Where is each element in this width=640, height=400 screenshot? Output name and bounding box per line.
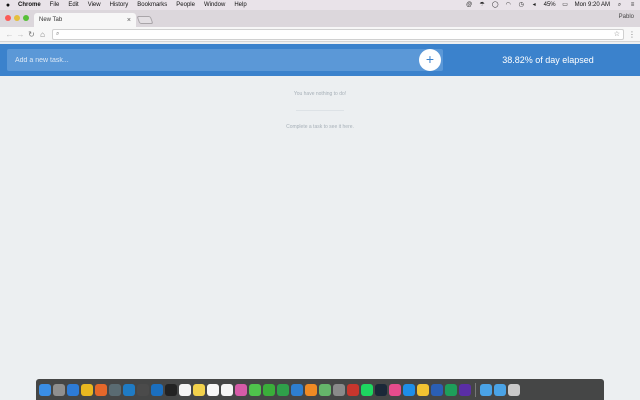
battery-percent[interactable]: 45% xyxy=(544,2,556,8)
circle-status-icon[interactable]: ◯ xyxy=(492,2,499,8)
atom-icon[interactable] xyxy=(109,383,121,396)
new-tab-button[interactable] xyxy=(136,16,154,24)
itunes-icon[interactable] xyxy=(389,383,401,396)
task-input-container xyxy=(7,49,443,72)
safari-icon[interactable] xyxy=(67,383,79,396)
folder-icon[interactable] xyxy=(480,383,492,396)
reminders-icon[interactable] xyxy=(207,383,219,396)
siri-icon[interactable] xyxy=(459,383,471,396)
notes-icon[interactable] xyxy=(193,383,205,396)
sublime-icon[interactable] xyxy=(137,383,149,396)
filezilla-icon[interactable] xyxy=(347,383,359,396)
window-zoom-icon[interactable] xyxy=(23,15,29,21)
add-task-button[interactable]: + xyxy=(419,49,441,71)
menubar-status-area: @ ☂ ◯ ◠ ◷ ◂ 45% ▭ Mon 9:20 AM ⌕ ≡ xyxy=(466,2,636,8)
downloads-icon[interactable] xyxy=(494,383,506,396)
spotify-icon[interactable] xyxy=(361,383,373,396)
tab-new-tab[interactable]: New Tab × xyxy=(34,13,136,27)
dock-separator xyxy=(475,382,476,397)
profile-name[interactable]: Pablo xyxy=(619,14,634,20)
completed-hint-message: Complete a task to see it here. xyxy=(286,124,354,130)
keynote-icon[interactable] xyxy=(291,383,303,396)
facetime-icon[interactable] xyxy=(263,383,275,396)
wifi-icon[interactable]: ◠ xyxy=(505,2,512,8)
hangouts-icon[interactable] xyxy=(445,383,457,396)
browser-tab-strip: New Tab × Pablo xyxy=(0,10,640,27)
spotlight-search-icon[interactable]: ⌕ xyxy=(616,2,623,8)
menu-file[interactable]: File xyxy=(50,2,60,8)
day-elapsed-text: 38.82% of day elapsed xyxy=(502,55,594,65)
photos-icon[interactable] xyxy=(235,383,247,396)
menu-help[interactable]: Help xyxy=(234,2,246,8)
menu-edit[interactable]: Edit xyxy=(68,2,78,8)
omnibox-input[interactable] xyxy=(62,31,614,37)
menu-view[interactable]: View xyxy=(88,2,101,8)
steam-icon[interactable] xyxy=(375,383,387,396)
new-task-input[interactable] xyxy=(7,49,443,72)
reload-icon[interactable]: ↻ xyxy=(26,29,37,40)
menu-app-chrome[interactable]: Chrome xyxy=(18,2,41,8)
messages-icon[interactable] xyxy=(249,383,261,396)
calendar-icon[interactable] xyxy=(179,383,191,396)
firefox-icon[interactable] xyxy=(95,383,107,396)
tab-title: New Tab xyxy=(39,17,63,23)
trash-icon[interactable] xyxy=(508,383,520,396)
numbers-icon[interactable] xyxy=(277,383,289,396)
emoji-icon[interactable] xyxy=(417,383,429,396)
menubar-clock[interactable]: Mon 9:20 AM xyxy=(575,2,610,8)
macos-dock xyxy=(36,379,604,400)
browser-toolbar: ← → ↻ ⌂ ⌕ ☆ ⋮ xyxy=(0,27,640,42)
at-sign-icon[interactable]: @ xyxy=(466,2,473,8)
address-bar[interactable]: ⌕ ☆ xyxy=(52,28,624,40)
launchpad-icon[interactable] xyxy=(53,383,65,396)
finder-icon[interactable] xyxy=(39,383,51,396)
menu-history[interactable]: History xyxy=(110,2,129,8)
clock-icon[interactable]: ◷ xyxy=(518,2,525,8)
word-icon[interactable] xyxy=(431,383,443,396)
search-icon: ⌕ xyxy=(56,30,60,37)
section-divider xyxy=(296,110,344,111)
empty-tasks-message: You have nothing to do! xyxy=(293,91,347,97)
apple-menu-icon[interactable]: ● xyxy=(4,2,12,9)
notification-center-icon[interactable]: ≡ xyxy=(629,2,636,8)
window-close-icon[interactable] xyxy=(5,15,11,21)
menu-bookmarks[interactable]: Bookmarks xyxy=(137,2,167,8)
volume-icon[interactable]: ◂ xyxy=(531,2,538,8)
browser-menu-icon[interactable]: ⋮ xyxy=(628,30,636,39)
macos-menu-bar: ● Chrome File Edit View History Bookmark… xyxy=(0,0,640,10)
chrome-icon[interactable] xyxy=(81,383,93,396)
battery-icon[interactable]: ▭ xyxy=(562,2,569,8)
menu-window[interactable]: Window xyxy=(204,2,225,8)
menu-people[interactable]: People xyxy=(176,2,195,8)
umbrella-icon[interactable]: ☂ xyxy=(479,2,486,8)
ibooks-icon[interactable] xyxy=(305,383,317,396)
window-minimize-icon[interactable] xyxy=(14,15,20,21)
stickies-icon[interactable] xyxy=(221,383,233,396)
bookmark-star-icon[interactable]: ☆ xyxy=(614,30,620,38)
xcode-icon[interactable] xyxy=(151,383,163,396)
vscode-icon[interactable] xyxy=(123,383,135,396)
app-store-icon[interactable] xyxy=(403,383,415,396)
terminal-icon[interactable] xyxy=(165,383,177,396)
home-icon[interactable]: ⌂ xyxy=(37,29,48,40)
maps-icon[interactable] xyxy=(319,383,331,396)
system-preferences-icon[interactable] xyxy=(333,383,345,396)
forward-arrow-icon[interactable]: → xyxy=(15,29,26,40)
back-arrow-icon[interactable]: ← xyxy=(4,29,15,40)
tab-close-icon[interactable]: × xyxy=(127,17,131,24)
